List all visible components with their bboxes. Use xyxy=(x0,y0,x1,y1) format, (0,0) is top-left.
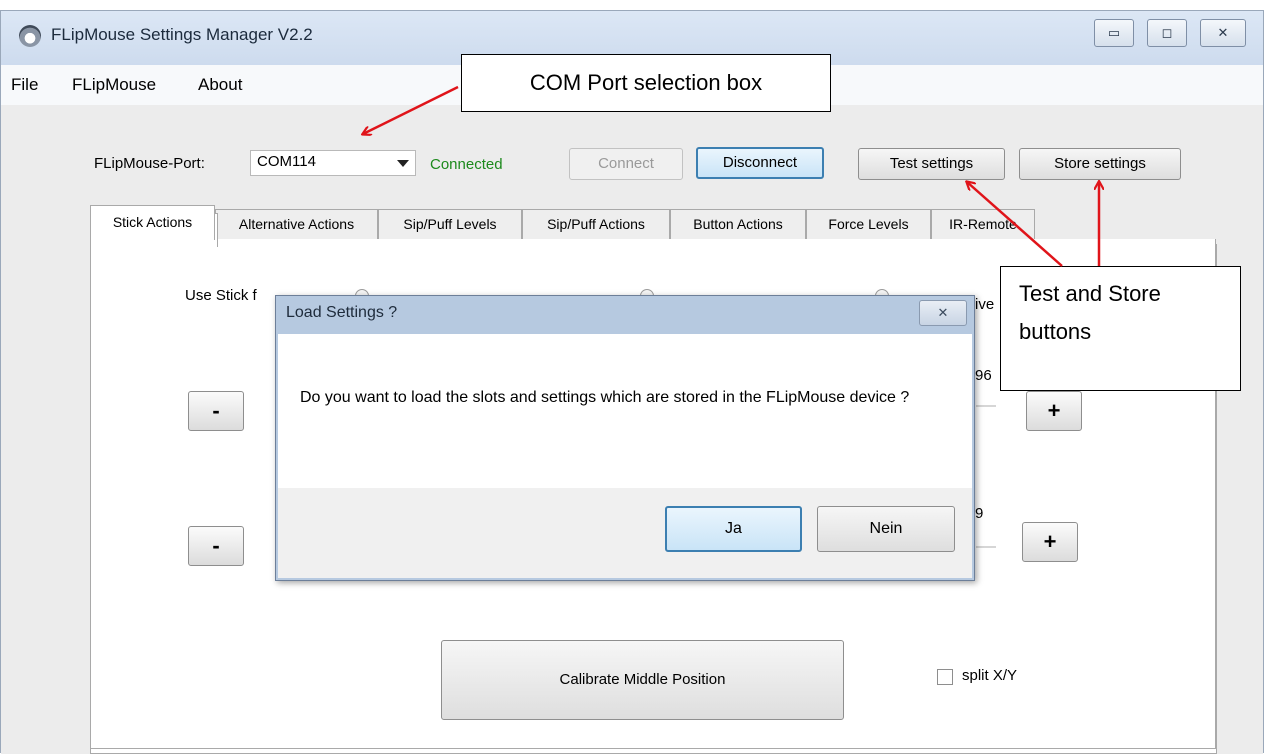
menu-file[interactable]: File xyxy=(11,75,38,95)
load-settings-dialog: Load Settings ? ✕ Do you want to load th… xyxy=(275,295,975,581)
close-button[interactable]: ✕ xyxy=(1200,19,1246,47)
window-title: FLipMouse Settings Manager V2.2 xyxy=(51,25,313,44)
maximize-button[interactable]: ◻ xyxy=(1147,19,1187,47)
connection-status: Connected xyxy=(430,156,503,173)
tab-force-levels[interactable]: Force Levels xyxy=(806,209,931,239)
slider-track-2[interactable] xyxy=(976,546,996,548)
split-xy-checkbox[interactable] xyxy=(937,669,953,685)
com-port-value: COM114 xyxy=(257,153,316,170)
split-xy-label: split X/Y xyxy=(962,667,1018,684)
right-option-label: ive xyxy=(975,296,995,313)
disconnect-button[interactable]: Disconnect xyxy=(696,147,824,179)
connect-button[interactable]: Connect xyxy=(569,148,683,180)
tab-sip-puff-levels[interactable]: Sip/Puff Levels xyxy=(378,209,522,239)
com-port-select[interactable]: COM114 xyxy=(250,150,416,176)
dialog-title: Load Settings ? xyxy=(286,304,398,321)
use-stick-label: Use Stick f xyxy=(185,287,257,304)
dialog-body: Do you want to load the slots and settin… xyxy=(278,334,972,488)
test-store-callout-line2: buttons xyxy=(1019,319,1092,344)
test-store-callout: Test and Store buttons xyxy=(1000,266,1241,391)
slider-track-1[interactable] xyxy=(976,405,996,407)
com-port-callout: COM Port selection box xyxy=(461,54,831,112)
tab-alternative-actions-label[interactable]: Alternative Actions xyxy=(215,209,378,239)
test-settings-button[interactable]: Test settings xyxy=(858,148,1005,180)
increase-button-2[interactable]: + xyxy=(1022,522,1078,562)
tab-stick-actions-label[interactable]: Stick Actions xyxy=(90,205,215,240)
calibrate-middle-button[interactable]: Calibrate Middle Position xyxy=(441,640,844,720)
decrease-button-2[interactable]: - xyxy=(188,526,244,566)
slider-value-1: 96 xyxy=(975,367,992,384)
dialog-no-button[interactable]: Nein xyxy=(817,506,955,552)
slider-value-2: 9 xyxy=(975,505,984,522)
test-store-callout-line1: Test and Store xyxy=(1019,281,1161,306)
dialog-message: Do you want to load the slots and settin… xyxy=(300,389,910,406)
tab-ir-remote[interactable]: IR-Remote xyxy=(931,209,1035,239)
tab-sip-puff-actions[interactable]: Sip/Puff Actions xyxy=(522,209,670,239)
dialog-footer: Ja Nein xyxy=(278,488,972,578)
chevron-down-icon xyxy=(397,160,409,167)
minimize-button[interactable]: ▭ xyxy=(1094,19,1134,47)
increase-button-1[interactable]: + xyxy=(1026,391,1082,431)
store-settings-button[interactable]: Store settings xyxy=(1019,148,1181,180)
menu-about[interactable]: About xyxy=(198,75,242,95)
tab-button-actions[interactable]: Button Actions xyxy=(670,209,806,239)
menu-flipmouse[interactable]: FLipMouse xyxy=(72,75,156,95)
port-label: FLipMouse-Port: xyxy=(94,155,205,172)
dialog-yes-button[interactable]: Ja xyxy=(665,506,802,552)
flipmouse-app-icon xyxy=(19,25,41,47)
decrease-button-1[interactable]: - xyxy=(188,391,244,431)
dialog-close-icon[interactable]: ✕ xyxy=(919,300,967,326)
